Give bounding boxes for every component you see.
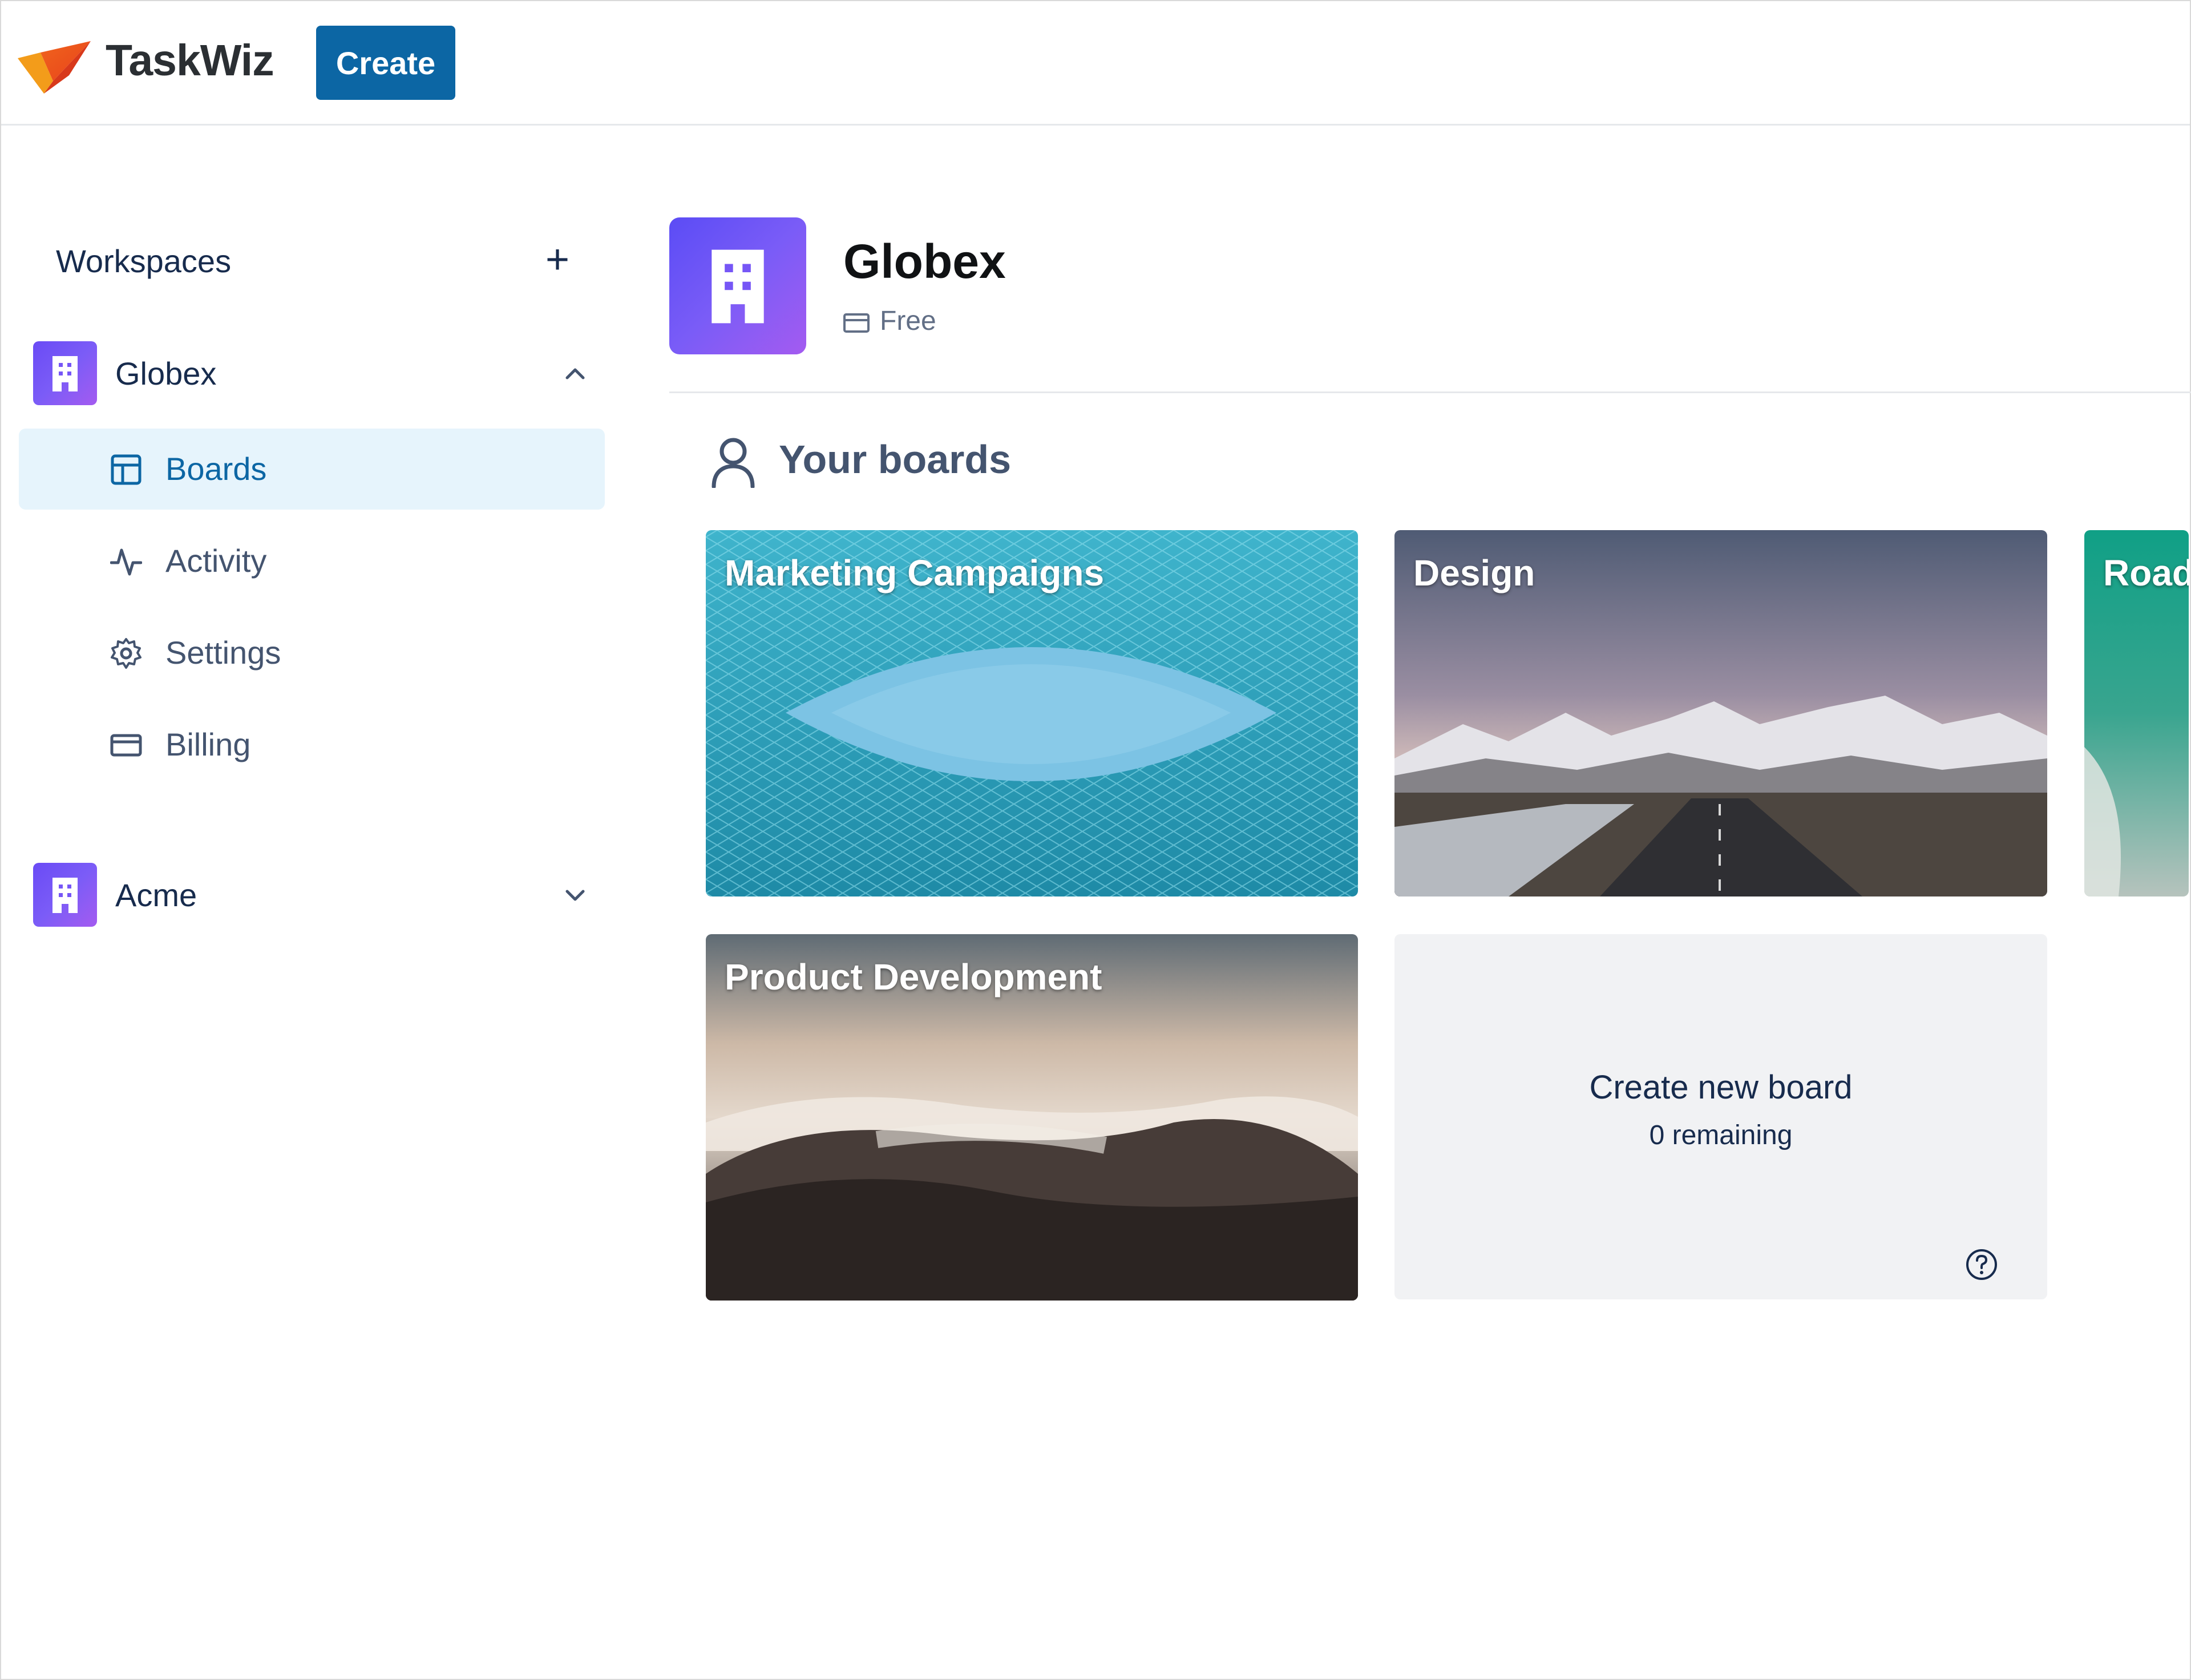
building-icon	[712, 249, 764, 324]
workspace-logo	[669, 217, 806, 354]
board-icon	[111, 454, 142, 485]
section-heading: Your boards	[779, 437, 1012, 482]
add-workspace-icon[interactable]: +	[540, 239, 575, 280]
board-title: Marketing Campaigns	[725, 552, 1105, 593]
help-icon[interactable]	[1965, 1248, 1998, 1281]
activity-icon	[110, 548, 142, 576]
workspace-name: Acme	[115, 877, 197, 913]
sidebar-item-label: Boards	[165, 451, 267, 487]
create-new-board-label: Create new board	[1589, 1069, 1853, 1106]
boards-remaining-count: 0 remaining	[1649, 1120, 1793, 1150]
sidebar-item-boards[interactable]: Boards	[19, 429, 605, 510]
sidebar-item-label: Billing	[165, 726, 251, 762]
taskwiz-logo-icon[interactable]	[18, 41, 91, 94]
app-name[interactable]: TaskWiz	[106, 35, 274, 86]
workspace-name: Globex	[115, 356, 217, 391]
board-title: Design	[1413, 552, 1535, 593]
create-new-board-tile[interactable]: Create new board 0 remaining	[1394, 934, 2047, 1299]
gear-icon	[111, 638, 142, 669]
board-tile-product-development[interactable]: Product Development	[706, 934, 1358, 1301]
building-icon	[52, 356, 78, 391]
workspace-avatar	[33, 341, 97, 405]
workspace-acme[interactable]: Acme	[33, 863, 598, 927]
chevron-down-icon[interactable]	[558, 878, 592, 912]
sidebar-item-label: Activity	[165, 543, 267, 579]
credit-card-icon	[110, 734, 142, 757]
board-title: Road	[2103, 552, 2189, 593]
board-tile-marketing[interactable]: Marketing Campaigns	[706, 530, 1358, 896]
sidebar-item-billing[interactable]: Billing	[19, 704, 605, 785]
user-icon	[712, 438, 755, 488]
board-tile-design[interactable]: Design	[1394, 530, 2047, 896]
page-title: Globex	[843, 235, 1006, 288]
credit-card-icon	[843, 313, 870, 333]
plan-badge: Free	[880, 306, 936, 336]
create-button[interactable]: Create	[316, 26, 455, 100]
building-icon	[52, 878, 78, 913]
workspaces-heading: Workspaces	[56, 243, 232, 279]
workspace-globex[interactable]: Globex	[33, 341, 598, 405]
header-divider	[669, 391, 2191, 393]
board-tile-road[interactable]: Road	[2084, 530, 2189, 896]
sidebar-item-activity[interactable]: Activity	[19, 520, 605, 601]
workspace-avatar	[33, 863, 97, 927]
top-navigation-bar: TaskWiz Create	[1, 1, 2190, 126]
sidebar-item-settings[interactable]: Settings	[19, 612, 605, 693]
board-title: Product Development	[725, 956, 1102, 998]
chevron-up-icon[interactable]	[558, 356, 592, 390]
sidebar-item-label: Settings	[165, 635, 281, 671]
